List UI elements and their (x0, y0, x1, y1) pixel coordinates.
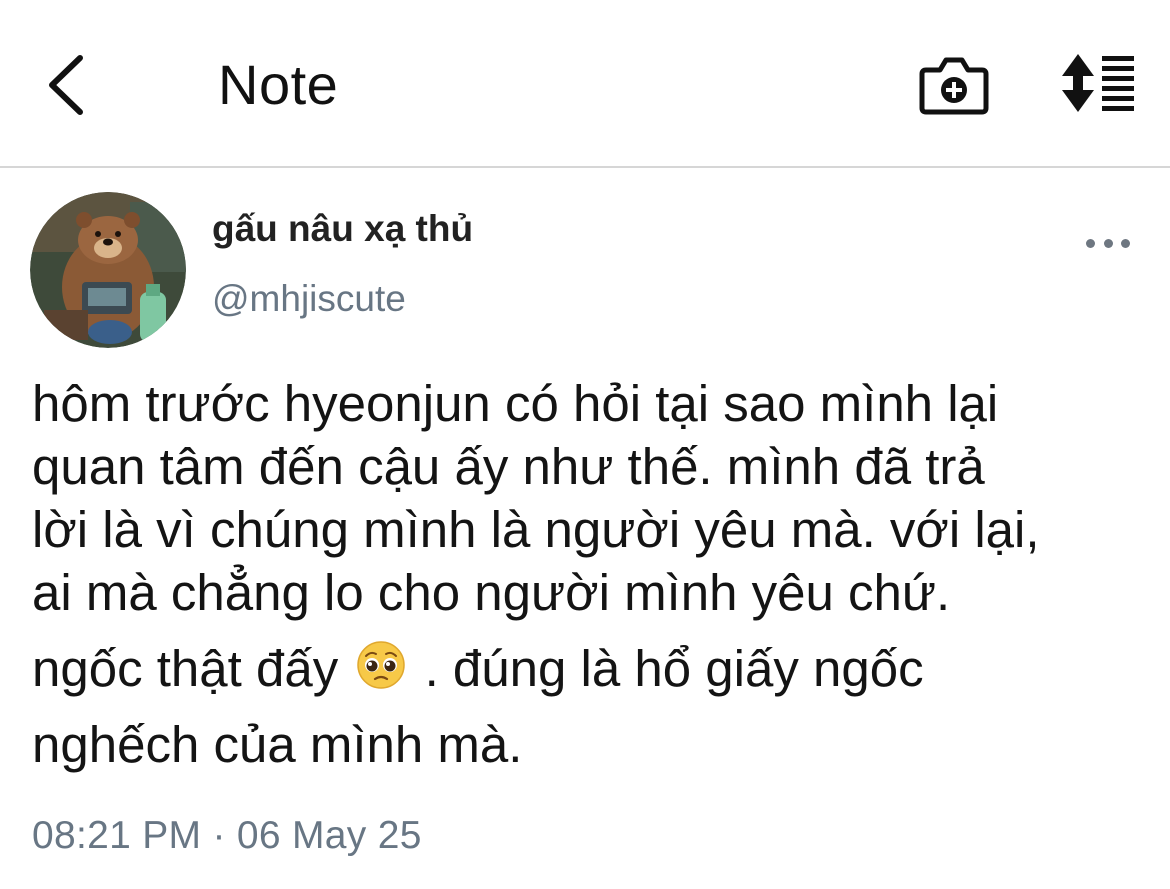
camera-plus-icon (919, 57, 989, 115)
back-button[interactable] (36, 50, 96, 120)
pleading-face-emoji (357, 641, 406, 689)
post-line: quan tâm đến cậu ấy như thế. mình đã trả (32, 438, 985, 495)
author-display-name[interactable]: gấu nâu xạ thủ (212, 208, 473, 250)
post-timestamp: 08:21 PM · 06 May 25 (32, 814, 422, 857)
post-text: hôm trước hyeonjun có hỏi tại sao mình l… (32, 372, 1142, 776)
chevron-left-icon (49, 55, 83, 115)
top-bar: Note (0, 0, 1170, 168)
post-line: lời là vì chúng mình là người yêu mà. vớ… (32, 501, 1040, 558)
bear-avatar (30, 192, 186, 348)
sort-lines-icon (1062, 54, 1134, 112)
more-dots-icon (1103, 238, 1113, 248)
post-line: nghếch của mình mà. (32, 716, 523, 773)
author-handle[interactable]: @mhjiscute (212, 278, 406, 320)
avatar[interactable] (30, 192, 186, 348)
post-line-segment: ngốc thật đấy (32, 640, 339, 697)
more-dots-icon (1086, 238, 1095, 248)
camera-button[interactable] (918, 50, 990, 118)
post-line-segment: . đúng là hổ giấy ngốc (424, 640, 924, 697)
sort-button[interactable] (1058, 52, 1138, 114)
post-line: hôm trước hyeonjun có hỏi tại sao mình l… (32, 375, 999, 432)
page-title: Note (218, 53, 339, 116)
post-line: ngốc thật đấy . đúng là hổ giấy ngốc (32, 637, 1142, 700)
post-line: ai mà chẳng lo cho người mình yêu chứ. (32, 564, 951, 621)
more-options-button[interactable] (1086, 228, 1130, 258)
more-dots-icon (1121, 238, 1130, 248)
